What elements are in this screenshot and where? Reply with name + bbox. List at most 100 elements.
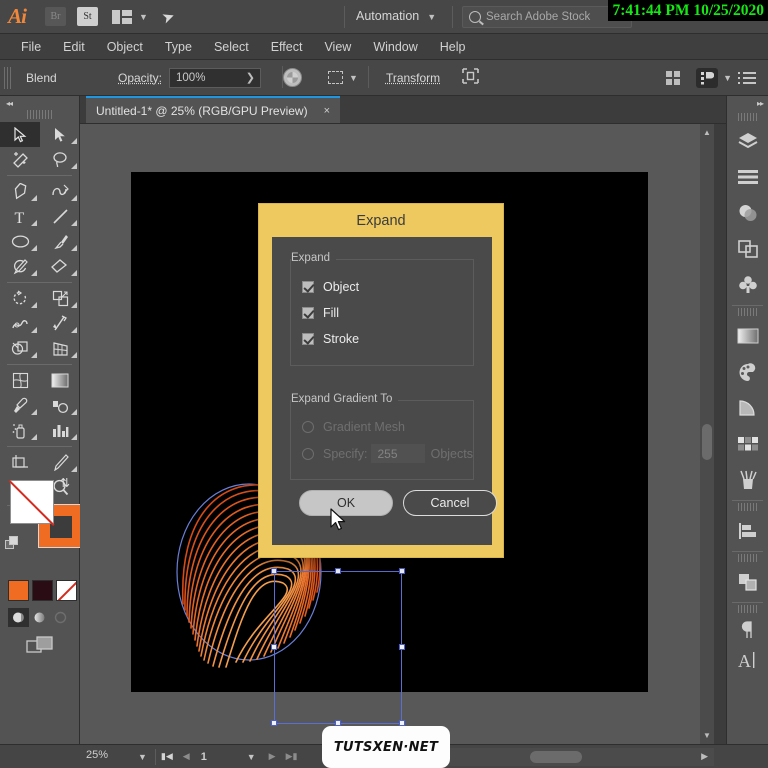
gradient-tool[interactable] [40, 368, 80, 393]
stock-icon[interactable]: St [77, 7, 98, 26]
menu-item-window[interactable]: Window [362, 40, 428, 54]
rotate-tool[interactable] [0, 286, 40, 311]
column-graph-tool[interactable] [40, 418, 80, 443]
menu-item-help[interactable]: Help [429, 40, 477, 54]
width-tool[interactable] [0, 311, 40, 336]
document-tab[interactable]: Untitled-1* @ 25% (RGB/GPU Preview) × [86, 96, 341, 123]
checkbox-object[interactable]: Object [291, 274, 473, 300]
ellipse-tool[interactable] [0, 229, 40, 254]
swatches-panel-icon[interactable] [727, 426, 768, 462]
shape-builder-tool[interactable] [0, 336, 40, 361]
bridge-icon[interactable]: Br [45, 7, 66, 26]
paintbrush-tool[interactable] [40, 229, 80, 254]
slice-tool[interactable] [40, 450, 80, 475]
artboard-tool[interactable] [0, 450, 40, 475]
character-panel-icon[interactable]: A [727, 645, 768, 675]
automation-menu[interactable]: Automation ▼ [356, 9, 436, 23]
color-swatch-dark[interactable] [32, 580, 53, 601]
checkbox-fill-box[interactable] [302, 307, 314, 319]
artboard-chevron-down-icon[interactable]: ▼ [239, 752, 264, 762]
swap-fill-stroke-icon[interactable]: ⇅ [60, 476, 70, 490]
dock-grip-1[interactable] [737, 113, 758, 121]
color-swatch-none[interactable] [56, 580, 77, 601]
checkbox-stroke[interactable]: Stroke [291, 326, 473, 352]
type-tool[interactable]: T [0, 204, 40, 229]
eyedropper-tool[interactable] [0, 393, 40, 418]
align-panel-icon[interactable] [727, 513, 768, 549]
transparency-panel-icon[interactable] [727, 195, 768, 231]
toolbar-collapse-icon[interactable]: ◂◂ [0, 96, 79, 110]
cancel-button[interactable]: Cancel [403, 490, 497, 516]
dock-grip-5[interactable] [737, 605, 758, 613]
zoom-level-input[interactable]: 25% [80, 749, 130, 765]
zoom-chevron-down-icon[interactable]: ▼ [130, 752, 155, 762]
pen-tool[interactable] [0, 179, 40, 204]
color-panel-icon[interactable] [727, 354, 768, 390]
libraries-panel-icon[interactable] [727, 159, 768, 195]
blend-tool[interactable] [40, 393, 80, 418]
dock-grip-4[interactable] [737, 554, 758, 562]
checkbox-fill[interactable]: Fill [291, 300, 473, 326]
lasso-tool[interactable] [40, 147, 80, 172]
menu-item-edit[interactable]: Edit [52, 40, 96, 54]
free-transform-tool[interactable] [40, 311, 80, 336]
dock-expand-icon[interactable]: ▸▸ [727, 96, 768, 111]
color-guide-panel-icon[interactable] [727, 390, 768, 426]
align-panel-button[interactable] [666, 70, 680, 85]
checkbox-stroke-box[interactable] [302, 333, 314, 345]
gradient-panel-icon[interactable] [727, 318, 768, 354]
eraser-tool[interactable] [40, 254, 80, 279]
curvature-tool[interactable] [40, 179, 80, 204]
selection-tool[interactable] [0, 122, 40, 147]
previous-artboard-icon[interactable]: ◀ [178, 751, 195, 762]
arrange-chevron-down-icon[interactable]: ▼ [139, 12, 148, 22]
document-list-icon[interactable] [738, 71, 756, 84]
none-fill-button[interactable] [50, 608, 71, 627]
expand-dialog[interactable]: Expand Expand Object Fill Stroke Expand … [258, 203, 504, 558]
properties-panel-button[interactable] [696, 67, 718, 88]
discover-rocket-icon[interactable]: ➤ [159, 6, 178, 27]
close-icon[interactable]: × [324, 105, 330, 117]
last-artboard-icon[interactable]: ▶▮ [281, 751, 303, 762]
direct-selection-tool[interactable] [40, 122, 80, 147]
properties-chevron-down-icon[interactable]: ▼ [723, 73, 732, 83]
vertical-scrollbar-thumb[interactable] [702, 424, 712, 460]
default-fill-stroke-icon[interactable] [5, 536, 20, 550]
perspective-grid-tool[interactable] [40, 336, 80, 361]
menu-item-file[interactable]: File [10, 40, 52, 54]
canvas-vertical-scrollbar[interactable]: ▲ ▼ [700, 124, 714, 744]
menu-item-effect[interactable]: Effect [260, 40, 314, 54]
color-fill-button[interactable] [8, 608, 29, 627]
menu-item-type[interactable]: Type [154, 40, 203, 54]
shaper-tool[interactable] [0, 254, 40, 279]
checkbox-object-box[interactable] [302, 281, 314, 293]
color-swatch-orange[interactable] [8, 580, 29, 601]
scale-tool[interactable] [40, 286, 80, 311]
horizontal-scrollbar-thumb[interactable] [530, 751, 582, 763]
scroll-down-icon[interactable]: ▼ [703, 731, 711, 740]
first-artboard-icon[interactable]: ▮◀ [156, 751, 178, 762]
pathfinder-panel-icon[interactable] [727, 231, 768, 267]
opacity-flyout-icon[interactable]: ❯ [246, 71, 255, 84]
opacity-knob-icon[interactable] [283, 68, 303, 87]
transform-panel-icon[interactable] [727, 564, 768, 600]
symbols-panel-icon[interactable] [727, 267, 768, 303]
artboard-number-input[interactable]: 1 [195, 751, 239, 763]
line-segment-tool[interactable] [40, 204, 80, 229]
search-adobe-stock-input[interactable]: Search Adobe Stock [462, 6, 632, 28]
fill-swatch-none[interactable] [10, 480, 54, 524]
transform-link[interactable]: Transform [386, 71, 440, 85]
mesh-tool[interactable] [0, 368, 40, 393]
isolate-group-icon[interactable] [462, 68, 479, 87]
scroll-right-icon[interactable]: ▶ [701, 751, 708, 762]
next-artboard-icon[interactable]: ▶ [264, 751, 281, 762]
brushes-panel-icon[interactable] [727, 462, 768, 498]
opacity-input[interactable]: 100% ❯ [169, 67, 262, 88]
symbol-sprayer-tool[interactable] [0, 418, 40, 443]
paragraph-panel-icon[interactable] [727, 615, 768, 645]
control-bar-grip[interactable] [4, 66, 12, 89]
gradient-fill-button[interactable] [29, 608, 50, 627]
menu-item-view[interactable]: View [313, 40, 362, 54]
dock-grip-2[interactable] [737, 308, 758, 316]
dock-grip-3[interactable] [737, 503, 758, 511]
